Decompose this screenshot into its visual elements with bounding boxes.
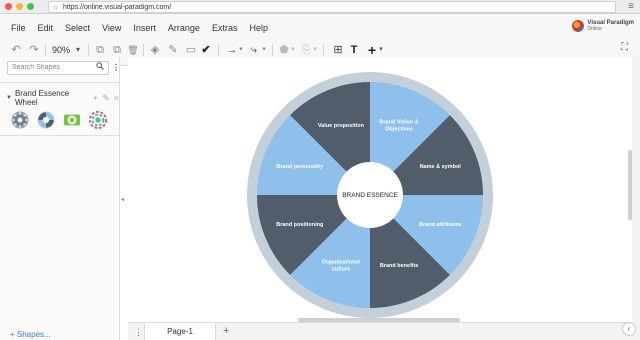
maximize-window-button[interactable] bbox=[27, 3, 34, 10]
search-shapes-input[interactable]: Search Shapes bbox=[7, 61, 109, 75]
menu-view[interactable]: View bbox=[96, 20, 127, 36]
toolbar-divider bbox=[218, 44, 219, 56]
colorful-wheel-shape-thumbnail[interactable] bbox=[89, 111, 107, 129]
add-icon[interactable]: + bbox=[93, 93, 98, 103]
menu-extras[interactable]: Extras bbox=[206, 20, 244, 36]
menu-bar: File Edit Select View Insert Arrange Ext… bbox=[0, 20, 274, 36]
waypoint-icon[interactable]: ⤷ bbox=[248, 42, 260, 58]
menu-select[interactable]: Select bbox=[59, 20, 96, 36]
to-back-icon[interactable]: ⧉ bbox=[111, 42, 123, 58]
format-painter-icon[interactable]: ✔ bbox=[200, 42, 212, 58]
brand-logo[interactable]: Visual Paradigm Online bbox=[572, 19, 634, 33]
page-tab-page-1[interactable]: Page-1 bbox=[144, 323, 216, 340]
wheel-segment-label: Brand Vision & Objectives bbox=[379, 119, 418, 132]
close-window-button[interactable] bbox=[5, 3, 12, 10]
brand-sub: Online bbox=[587, 26, 602, 32]
insert-dropdown-icon[interactable]: ▾ bbox=[378, 42, 384, 58]
wheel-center-label: BRAND ESSENCE bbox=[342, 192, 398, 199]
search-icon[interactable] bbox=[96, 62, 104, 74]
search-icon-graphic bbox=[96, 62, 104, 70]
menu-edit[interactable]: Edit bbox=[32, 20, 60, 36]
browser-menu-icon[interactable]: ≡ bbox=[628, 0, 634, 13]
zoom-level[interactable]: 90% bbox=[51, 42, 71, 58]
shadow-icon[interactable]: ▭ bbox=[185, 42, 197, 58]
to-front-icon[interactable]: ⧉ bbox=[94, 42, 106, 58]
text-icon[interactable]: T bbox=[348, 42, 360, 58]
more-shapes-link[interactable]: + Shapes... bbox=[10, 330, 51, 339]
wheel-segment-label: Name & symbol bbox=[420, 164, 462, 170]
connector-dropdown-icon[interactable]: ▾ bbox=[238, 42, 244, 58]
browser-toolbar: ○ https://online.visual-paradigm.com/ ≡ bbox=[0, 0, 640, 14]
panel-title: Brand Essence Wheel bbox=[14, 89, 70, 107]
toolbar-divider bbox=[143, 44, 144, 56]
address-url: https://online.visual-paradigm.com/ bbox=[63, 4, 172, 11]
insert-icon[interactable]: + bbox=[366, 42, 378, 58]
menu-insert[interactable]: Insert bbox=[127, 20, 162, 36]
shapes-sidebar: Search Shapes ⋮ ▼ Brand Essence Wheel + … bbox=[0, 57, 120, 340]
divider bbox=[0, 82, 120, 83]
sidebar-collapse-handle-icon[interactable]: ◂ bbox=[121, 196, 124, 203]
divider bbox=[0, 135, 120, 136]
style-dropdown-icon[interactable]: ▾ bbox=[290, 42, 296, 58]
redo-icon[interactable]: ↷ bbox=[28, 42, 40, 58]
right-scroll-gutter bbox=[632, 57, 640, 340]
line-color-icon[interactable]: ✎ bbox=[167, 42, 179, 58]
wheel-segment-label: Value proposition bbox=[318, 123, 365, 129]
toolbar-divider bbox=[272, 44, 273, 56]
wheel-segment-label: Brand personality bbox=[276, 164, 324, 170]
brand-essence-wheel[interactable]: BRAND ESSENCE Brand Vision & Objectives Na… bbox=[246, 71, 494, 319]
wheel-segment-label: Brand positioning bbox=[276, 222, 323, 228]
fullscreen-icon[interactable]: ⛶ bbox=[621, 42, 628, 53]
wheel-shape-thumbnail[interactable] bbox=[37, 111, 55, 129]
close-icon[interactable]: × bbox=[114, 93, 119, 103]
fill-color-icon[interactable]: ◈ bbox=[149, 42, 161, 58]
sidebar-more-icon[interactable]: ⋮ bbox=[112, 62, 120, 74]
add-page-icon[interactable]: + bbox=[223, 323, 229, 339]
page-menu-icon[interactable]: ⋮ bbox=[134, 324, 143, 340]
grid-icon[interactable]: ⊞ bbox=[331, 42, 345, 58]
wheel-segment-label: Brand benefits bbox=[380, 263, 419, 269]
vertical-scrollbar[interactable] bbox=[628, 150, 632, 220]
format-panel-toggle-icon[interactable]: ‹ bbox=[622, 322, 636, 336]
delete-icon[interactable]: 🗑 bbox=[127, 42, 139, 58]
address-bar[interactable]: ○ https://online.visual-paradigm.com/ bbox=[48, 1, 616, 13]
toolbar-divider bbox=[88, 44, 89, 56]
wheel-segment-label: Brand attributes bbox=[419, 222, 461, 228]
menu-arrange[interactable]: Arrange bbox=[162, 20, 206, 36]
page-bar: ⋮ Page-1 + bbox=[128, 322, 632, 340]
undo-icon[interactable]: ↶ bbox=[10, 42, 22, 58]
brand-essence-wheel-panel-header[interactable]: ▼ Brand Essence Wheel + ✎ × bbox=[6, 89, 119, 107]
connector-icon[interactable]: → bbox=[226, 42, 238, 58]
duplicate-icon[interactable]: ⎘ bbox=[300, 42, 312, 58]
toolbar-divider bbox=[45, 44, 46, 56]
search-placeholder: Search Shapes bbox=[12, 64, 60, 71]
menu-file[interactable]: File bbox=[0, 20, 32, 36]
tag-shape-thumbnail[interactable] bbox=[63, 111, 81, 129]
toolbar-divider bbox=[323, 44, 324, 56]
visual-paradigm-logo-icon bbox=[572, 20, 585, 32]
edit-icon[interactable]: ✎ bbox=[102, 93, 110, 104]
minimize-window-button[interactable] bbox=[16, 3, 23, 10]
style-icon[interactable]: ⬟ bbox=[278, 42, 290, 58]
waypoint-dropdown-icon[interactable]: ▾ bbox=[261, 42, 267, 58]
duplicate-dropdown-icon[interactable]: ▾ bbox=[312, 42, 318, 58]
wheel-shape-thumbnail[interactable] bbox=[11, 111, 29, 129]
zoom-dropdown-icon[interactable]: ▾ bbox=[74, 42, 82, 58]
menu-help[interactable]: Help bbox=[243, 20, 274, 36]
collapse-caret-icon[interactable]: ▼ bbox=[6, 95, 12, 101]
page-icon: ○ bbox=[53, 3, 58, 12]
shapes-row bbox=[11, 111, 115, 129]
